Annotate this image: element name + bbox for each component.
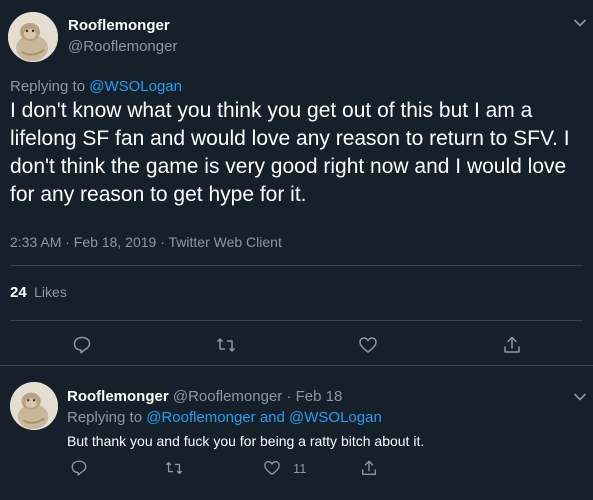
- retweet-button[interactable]: [214, 333, 238, 357]
- avatar[interactable]: [10, 382, 58, 430]
- like-icon: [264, 461, 280, 475]
- tweet-text: I don't know what you think you get out …: [10, 99, 570, 206]
- user-handle[interactable]: @Rooflemonger: [173, 388, 282, 405]
- main-tweet: Rooflemonger @Rooflemonger Replying to @…: [0, 0, 593, 362]
- reply-icon: [73, 336, 91, 354]
- chevron-down-icon[interactable]: [571, 14, 589, 32]
- reply-header: Rooflemonger @Rooflemonger · Feb 18: [67, 388, 342, 405]
- display-name[interactable]: Rooflemonger: [67, 388, 169, 405]
- replying-to-label: Replying to: [10, 78, 86, 95]
- reply-button[interactable]: [70, 459, 88, 477]
- user-handle[interactable]: @Rooflemonger: [68, 38, 177, 55]
- divider: [0, 365, 593, 366]
- share-icon: [362, 460, 376, 475]
- share-button[interactable]: [500, 333, 524, 357]
- like-count: 11: [293, 460, 307, 476]
- mention-link[interactable]: @WSOLogan: [89, 78, 182, 95]
- tweet-text: But thank you and fuck you for being a r…: [67, 433, 425, 449]
- likes-count: 24: [10, 284, 27, 301]
- like-button[interactable]: [356, 333, 380, 357]
- avatar[interactable]: [8, 12, 58, 62]
- monkey-avatar-icon: [8, 12, 58, 62]
- reply-icon: [71, 460, 87, 476]
- monkey-avatar-icon: [10, 382, 58, 430]
- likes-stat[interactable]: 24 Likes: [10, 284, 67, 302]
- like-button[interactable]: 11: [263, 459, 307, 477]
- display-name[interactable]: Rooflemonger: [68, 17, 170, 34]
- replying-to-label: Replying to: [67, 409, 143, 426]
- likes-label: Likes: [34, 284, 67, 300]
- tweet-date[interactable]: Feb 18: [296, 388, 343, 405]
- retweet-icon: [216, 338, 236, 352]
- tweet-thread: Rooflemonger @Rooflemonger Replying to @…: [0, 0, 593, 500]
- reply-button[interactable]: [70, 333, 94, 357]
- mention-link[interactable]: @Rooflemonger and @WSOLogan: [146, 409, 382, 426]
- separator: ·: [286, 388, 292, 405]
- tweet-timestamp[interactable]: 2:33 AM · Feb 18, 2019 · Twitter Web Cli…: [10, 234, 282, 250]
- share-button[interactable]: [360, 459, 378, 477]
- chevron-down-icon[interactable]: [571, 388, 589, 406]
- retweet-icon: [165, 461, 183, 475]
- divider: [10, 265, 583, 266]
- replying-to: Replying to @WSOLogan: [10, 78, 182, 95]
- retweet-button[interactable]: [165, 459, 183, 477]
- replying-to: Replying to @Rooflemonger and @WSOLogan: [67, 409, 382, 426]
- share-icon: [504, 336, 520, 353]
- like-icon: [359, 337, 377, 353]
- divider: [10, 320, 583, 321]
